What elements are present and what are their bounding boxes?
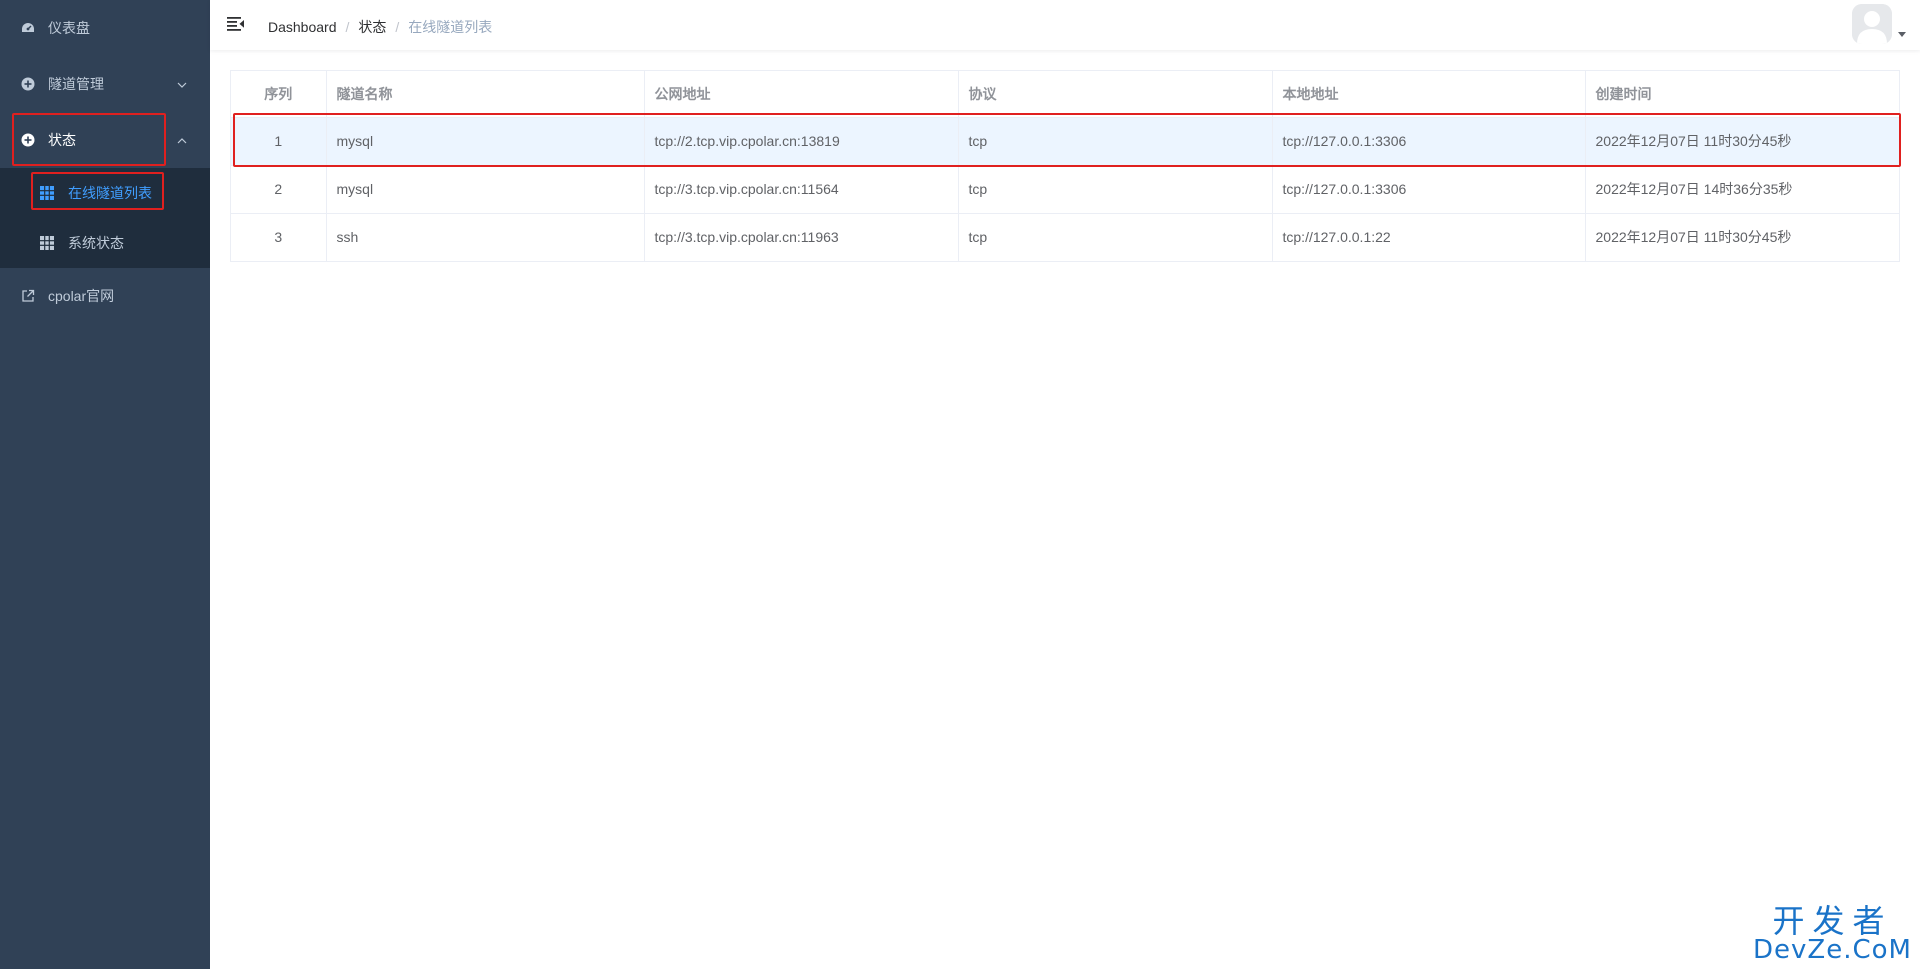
sidebar-item-label: 系统状态 (68, 235, 124, 251)
cell-tunnel-name: mysql (326, 165, 645, 214)
sidebar-item-online-tunnels[interactable]: 在线隧道列表 (0, 168, 210, 218)
cell-tunnel-name: ssh (326, 213, 645, 261)
column-header: 创建时间 (1585, 71, 1899, 118)
user-menu[interactable] (1846, 4, 1906, 44)
caret-down-icon (1898, 32, 1906, 37)
breadcrumb-separator: / (345, 19, 350, 35)
sidebar-item-system-status[interactable]: 系统状态 (0, 218, 210, 268)
cell-protocol: tcp (958, 213, 1273, 261)
cell-public-url: tcp://3.tcp.vip.cpolar.cn:11963 (644, 213, 959, 261)
cell-local-address: tcp://127.0.0.1:22 (1272, 213, 1586, 261)
sidebar-item-cpolar-site[interactable]: cpolar官网 (0, 268, 210, 324)
cell-local-address: tcp://127.0.0.1:3306 (1272, 165, 1586, 214)
chevron-down-icon (176, 78, 188, 90)
cell-index: 1 (231, 117, 327, 166)
watermark-top: 开发者 (1772, 902, 1893, 940)
external-link-icon (20, 288, 36, 304)
plus-circle-icon (20, 132, 36, 148)
table-row[interactable]: 1 mysql tcp://2.tcp.vip.cpolar.cn:13819 … (231, 117, 1899, 166)
column-header: 本地地址 (1272, 71, 1586, 118)
table-row[interactable]: 2 mysql tcp://3.tcp.vip.cpolar.cn:11564 … (231, 165, 1899, 214)
watermark-bottom: DevZe.CoM (1753, 935, 1912, 965)
cell-created-time: 2022年12月07日 11时30分45秒 (1595, 229, 1792, 246)
sidebar-item-dashboard[interactable]: 仪表盘 (0, 0, 210, 56)
table-icon (40, 236, 54, 250)
breadcrumb: Dashboard / 状态 / 在线隧道列表 (268, 17, 492, 37)
dashboard-icon (20, 20, 36, 36)
breadcrumb-dashboard[interactable]: Dashboard (268, 19, 337, 35)
sidebar-item-label: cpolar官网 (48, 288, 115, 304)
sidebar-item-status[interactable]: 状态 (0, 112, 210, 168)
column-header: 公网地址 (644, 71, 959, 118)
breadcrumb-current: 在线隧道列表 (408, 19, 493, 35)
sidebar-item-label: 隧道管理 (48, 76, 104, 92)
hamburger-icon[interactable] (227, 16, 245, 32)
cell-local-address: tcp://127.0.0.1:3306 (1272, 117, 1586, 166)
cell-index: 3 (231, 213, 327, 261)
cell-created-time: 2022年12月07日 11时30分45秒 (1585, 117, 1899, 166)
column-header: 协议 (958, 71, 1273, 118)
breadcrumb-separator: / (395, 19, 400, 35)
sidebar: 仪表盘 隧道管理 状态 在线隧道列表 系统状态 cpolar官网 (0, 0, 210, 969)
cell-index: 2 (231, 165, 327, 214)
sidebar-item-label: 仪表盘 (48, 20, 90, 36)
chevron-up-icon (176, 134, 188, 146)
avatar (1852, 4, 1892, 44)
plus-circle-icon (20, 76, 36, 92)
navbar: Dashboard / 状态 / 在线隧道列表 (210, 0, 1920, 50)
column-header: 隧道名称 (326, 71, 645, 118)
table-icon (40, 186, 54, 200)
table-header-row: 序列 隧道名称 公网地址 协议 本地地址 创建时间 (231, 71, 1899, 118)
tunnel-table: 序列 隧道名称 公网地址 协议 本地地址 创建时间 1 mysql tcp://… (230, 70, 1900, 262)
sidebar-item-tunnel-management[interactable]: 隧道管理 (0, 56, 210, 112)
cell-protocol: tcp (958, 165, 1273, 214)
cell-created-time: 2022年12月07日 14时36分35秒 (1585, 165, 1899, 214)
breadcrumb-status[interactable]: 状态 (358, 17, 386, 37)
status-submenu: 在线隧道列表 系统状态 (0, 168, 210, 268)
cell-public-url: tcp://3.tcp.vip.cpolar.cn:11564 (644, 165, 959, 214)
sidebar-item-label: 状态 (48, 132, 76, 148)
cell-tunnel-name: mysql (326, 117, 645, 166)
cell-protocol: tcp (958, 117, 1273, 166)
table-row[interactable]: 3 ssh tcp://3.tcp.vip.cpolar.cn:11963 tc… (231, 213, 1899, 261)
cell-public-url: tcp://2.tcp.vip.cpolar.cn:13819 (644, 117, 959, 166)
watermark-logo: 开发者 DevZe.CoM (1753, 905, 1912, 963)
column-header: 序列 (231, 71, 327, 118)
sidebar-item-label: 在线隧道列表 (68, 185, 152, 201)
